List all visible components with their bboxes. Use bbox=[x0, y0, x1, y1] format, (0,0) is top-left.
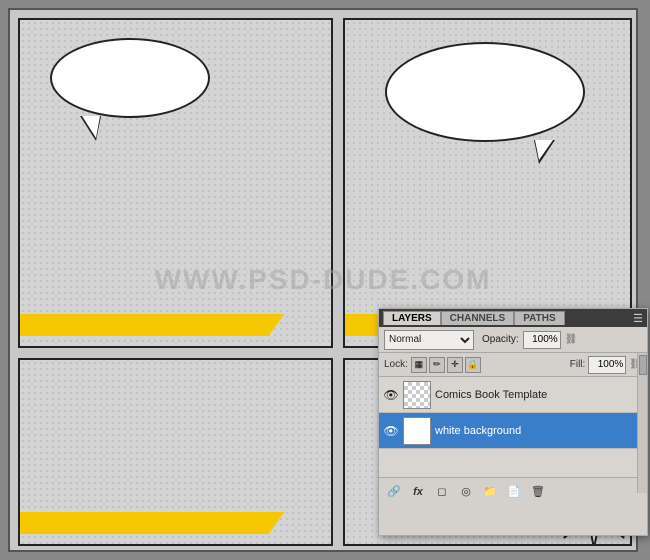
opacity-label: Opacity: bbox=[482, 334, 519, 345]
opacity-input[interactable] bbox=[523, 331, 561, 349]
lock-fill-toolbar: Lock: ▦ ✏ ✛ 🔒 Fill: ⛓ bbox=[379, 353, 647, 377]
layers-footer: 🔗 fx ◻ ◎ 📁 📄 🗑 bbox=[379, 477, 647, 505]
blend-mode-select[interactable]: Normal bbox=[384, 330, 474, 350]
tab-layers[interactable]: LAYERS bbox=[383, 311, 441, 325]
new-layer-icon[interactable]: 📄 bbox=[505, 483, 523, 501]
panel-top-right bbox=[343, 18, 632, 348]
fx-icon[interactable]: fx bbox=[409, 483, 427, 501]
layer-row-background[interactable]: 👁 white background bbox=[379, 413, 647, 449]
lock-all-btn[interactable]: 🔒 bbox=[465, 357, 481, 373]
panel-menu-icon[interactable]: ☰ bbox=[633, 312, 643, 325]
tabs-area: LAYERS CHANNELS PATHS bbox=[383, 311, 633, 325]
tab-channels[interactable]: CHANNELS bbox=[441, 311, 515, 325]
canvas-area: WWW.PSD-DUDE.COM LAYERS CHANNELS PATHS ☰… bbox=[8, 8, 638, 552]
adjustment-icon[interactable]: ◎ bbox=[457, 483, 475, 501]
lock-label: Lock: bbox=[384, 359, 408, 370]
layers-panel: LAYERS CHANNELS PATHS ☰ Normal Opacity: … bbox=[378, 308, 648, 536]
layer-name-background: white background bbox=[435, 425, 643, 437]
layer-row-comics[interactable]: 👁 Comics Book Template bbox=[379, 377, 647, 413]
panel-titlebar: LAYERS CHANNELS PATHS ☰ bbox=[379, 309, 647, 327]
scroll-thumb[interactable] bbox=[639, 355, 647, 375]
opacity-toolbar: Normal Opacity: ⛓ bbox=[379, 327, 647, 353]
layer-thumb-comics bbox=[403, 381, 431, 409]
speech-bubble-right bbox=[385, 42, 585, 142]
layer-name-comics: Comics Book Template bbox=[435, 389, 643, 401]
lock-move-btn[interactable]: ✛ bbox=[447, 357, 463, 373]
visibility-icon-comics[interactable]: 👁 bbox=[383, 387, 399, 403]
lock-paint-btn[interactable]: ✏ bbox=[429, 357, 445, 373]
add-mask-icon[interactable]: ◻ bbox=[433, 483, 451, 501]
scroll-bar[interactable] bbox=[637, 353, 647, 493]
new-group-icon[interactable]: 📁 bbox=[481, 483, 499, 501]
fill-input[interactable] bbox=[588, 356, 626, 374]
tab-paths[interactable]: PATHS bbox=[514, 311, 564, 325]
lock-transparent-btn[interactable]: ▦ bbox=[411, 357, 427, 373]
panel-bottom-left bbox=[18, 358, 333, 546]
speech-bubble-left bbox=[50, 38, 210, 118]
delete-layer-icon[interactable]: 🗑 bbox=[529, 483, 547, 501]
link-layers-icon[interactable]: 🔗 bbox=[385, 483, 403, 501]
panel-top-left bbox=[18, 18, 333, 348]
layers-list: 👁 Comics Book Template 👁 white backgroun… bbox=[379, 377, 647, 477]
lock-icons-group: ▦ ✏ ✛ 🔒 bbox=[411, 357, 481, 373]
visibility-icon-background[interactable]: 👁 bbox=[383, 423, 399, 439]
chain-icon: ⛓ bbox=[565, 334, 578, 345]
layer-thumb-background bbox=[403, 417, 431, 445]
fill-label: Fill: bbox=[570, 359, 586, 370]
yellow-bar-tl bbox=[20, 314, 284, 336]
yellow-bar-bl bbox=[20, 512, 284, 534]
watermark: WWW.PSD-DUDE.COM bbox=[155, 264, 492, 296]
